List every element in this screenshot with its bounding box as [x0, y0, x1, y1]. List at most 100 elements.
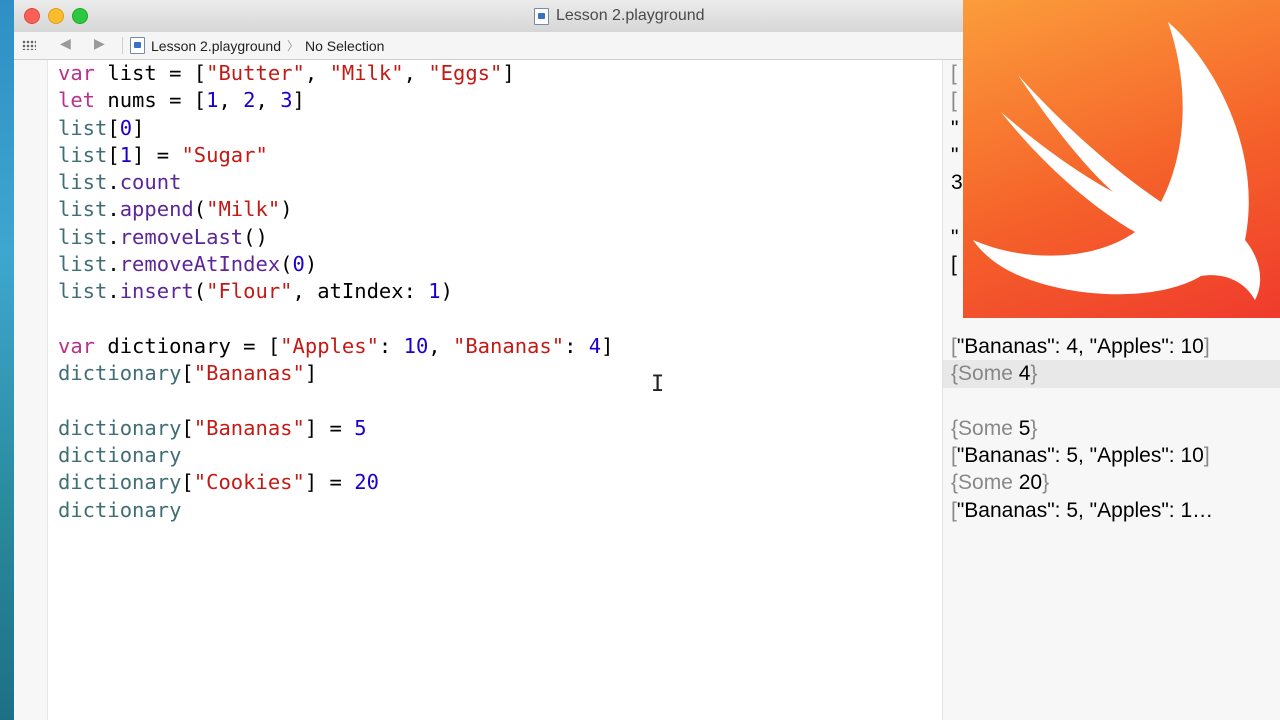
playground-file-icon: [534, 7, 549, 25]
code-line[interactable]: list.append("Milk"): [58, 196, 940, 223]
code-token: removeAtIndex: [119, 252, 281, 277]
code-token: "Bananas": [193, 361, 305, 386]
result-line[interactable]: ["Bananas": 5, "Apples": 1…: [943, 497, 1280, 524]
result-value: [951, 308, 957, 331]
code-line[interactable]: let nums = [1, 2, 3]: [58, 87, 940, 114]
code-token: "Bananas": [452, 333, 565, 358]
code-token: 3: [280, 88, 293, 113]
code-token: dictionary: [58, 470, 182, 495]
code-editor[interactable]: var list = ["Butter", "Milk", "Eggs"] let…: [58, 60, 940, 720]
code-token: list: [58, 279, 108, 304]
code-token: 0: [292, 252, 305, 277]
code-token: [: [107, 115, 120, 140]
close-window-button[interactable]: [24, 8, 40, 24]
result-value: [951, 390, 957, 413]
navigate-forward-icon[interactable]: ▶: [94, 35, 105, 52]
code-token: ): [304, 252, 318, 277]
code-line[interactable]: dictionary["Bananas"]: [58, 360, 940, 387]
window-title-text: Lesson 2.playground: [556, 7, 705, 24]
breadcrumb-file[interactable]: Lesson 2.playground: [151, 38, 281, 54]
code-token: "Cookies": [193, 470, 305, 495]
code-line[interactable]: list.removeLast(): [58, 224, 940, 251]
code-token: ): [440, 279, 453, 304]
code-token: "Flour": [206, 279, 293, 304]
result-value: "Bananas": 5, "Apples": 10: [956, 444, 1204, 468]
minimize-window-button[interactable]: [48, 8, 64, 24]
swift-bird-icon: [973, 22, 1261, 300]
code-token: 0: [119, 115, 133, 140]
result-value: ": [951, 116, 959, 140]
editor-gutter: [14, 60, 48, 720]
code-token: 20: [354, 470, 379, 495]
code-line[interactable]: dictionary: [58, 497, 940, 524]
code-line[interactable]: list[1] = "Sugar": [58, 142, 940, 169]
code-token: (: [193, 197, 207, 222]
result-value: 20: [1018, 471, 1043, 495]
code-token: "Eggs": [428, 61, 503, 85]
result-line[interactable]: [943, 388, 1280, 415]
result-value: }: [1042, 471, 1050, 495]
code-token: 5: [354, 415, 367, 440]
code-line[interactable]: dictionary: [58, 442, 940, 469]
result-value: ]: [1203, 334, 1210, 358]
result-value: 3: [951, 171, 963, 195]
code-token: :: [378, 333, 404, 358]
code-line[interactable]: list[0]: [58, 115, 940, 142]
code-token: 4: [588, 333, 602, 358]
result-value: [951, 280, 957, 303]
code-line[interactable]: dictionary["Bananas"] = 5: [58, 415, 940, 442]
result-value: 4: [1018, 362, 1031, 386]
breadcrumb-chevron-icon: 〉: [287, 39, 300, 53]
code-token: ,: [255, 88, 281, 113]
code-token: ]: [601, 333, 614, 358]
result-value: }: [1030, 416, 1038, 440]
code-token: (: [280, 252, 293, 277]
code-token: list: [58, 170, 108, 195]
result-value: {Some: [951, 416, 1019, 440]
code-token: ]: [292, 88, 305, 113]
code-line[interactable]: dictionary["Cookies"] = 20: [58, 469, 940, 496]
breadcrumb-selection[interactable]: No Selection: [305, 38, 384, 54]
code-token: append: [119, 197, 194, 222]
code-line[interactable]: [58, 388, 940, 415]
result-value: {Some: [951, 362, 1019, 386]
result-line[interactable]: ["Bananas": 4, "Apples": 10]: [943, 333, 1280, 360]
result-value: ": [951, 225, 959, 249]
code-token: .: [107, 279, 120, 304]
code-line[interactable]: [58, 306, 940, 333]
result-value: [: [951, 89, 957, 113]
code-token: "Bananas": [193, 415, 305, 440]
code-token: "Milk": [329, 61, 404, 85]
navigate-back-icon[interactable]: ◀: [60, 35, 71, 52]
jump-bar-divider: [122, 37, 123, 54]
code-token: (): [243, 224, 268, 249]
related-items-grid-icon[interactable]: [22, 40, 36, 50]
code-line[interactable]: var dictionary = ["Apples": 10, "Bananas…: [58, 333, 940, 360]
code-line[interactable]: var list = ["Butter", "Milk", "Eggs"]: [58, 60, 940, 87]
i-beam-cursor-icon: I: [651, 372, 665, 397]
zoom-window-button[interactable]: [72, 8, 88, 24]
result-line[interactable]: {Some 20}: [943, 469, 1280, 496]
code-token: [: [181, 361, 194, 386]
code-line[interactable]: list.count: [58, 169, 940, 196]
code-token: dictionary: [58, 443, 182, 468]
code-token: ]: [502, 61, 515, 85]
code-token: dictionary: [58, 361, 182, 386]
result-value: "Bananas": 5, "Apples": 1…: [956, 498, 1214, 522]
code-token: list: [58, 224, 108, 249]
result-line[interactable]: {Some 5}: [943, 415, 1280, 442]
code-line[interactable]: list.insert("Flour", atIndex: 1): [58, 278, 940, 305]
code-token: [: [181, 470, 194, 495]
code-token: "Sugar": [181, 142, 268, 167]
code-token: .: [107, 224, 120, 249]
code-token: 10: [403, 333, 429, 358]
result-value: [951, 198, 957, 221]
code-token: nums = [: [95, 88, 207, 113]
code-token: list: [58, 142, 108, 167]
code-line[interactable]: list.removeAtIndex(0): [58, 251, 940, 278]
code-token: ,: [218, 88, 244, 113]
code-token: .: [107, 252, 120, 277]
result-line[interactable]: {Some 4}: [943, 360, 1280, 388]
result-line[interactable]: ["Bananas": 5, "Apples": 10]: [943, 442, 1280, 469]
code-token: var: [58, 61, 96, 85]
